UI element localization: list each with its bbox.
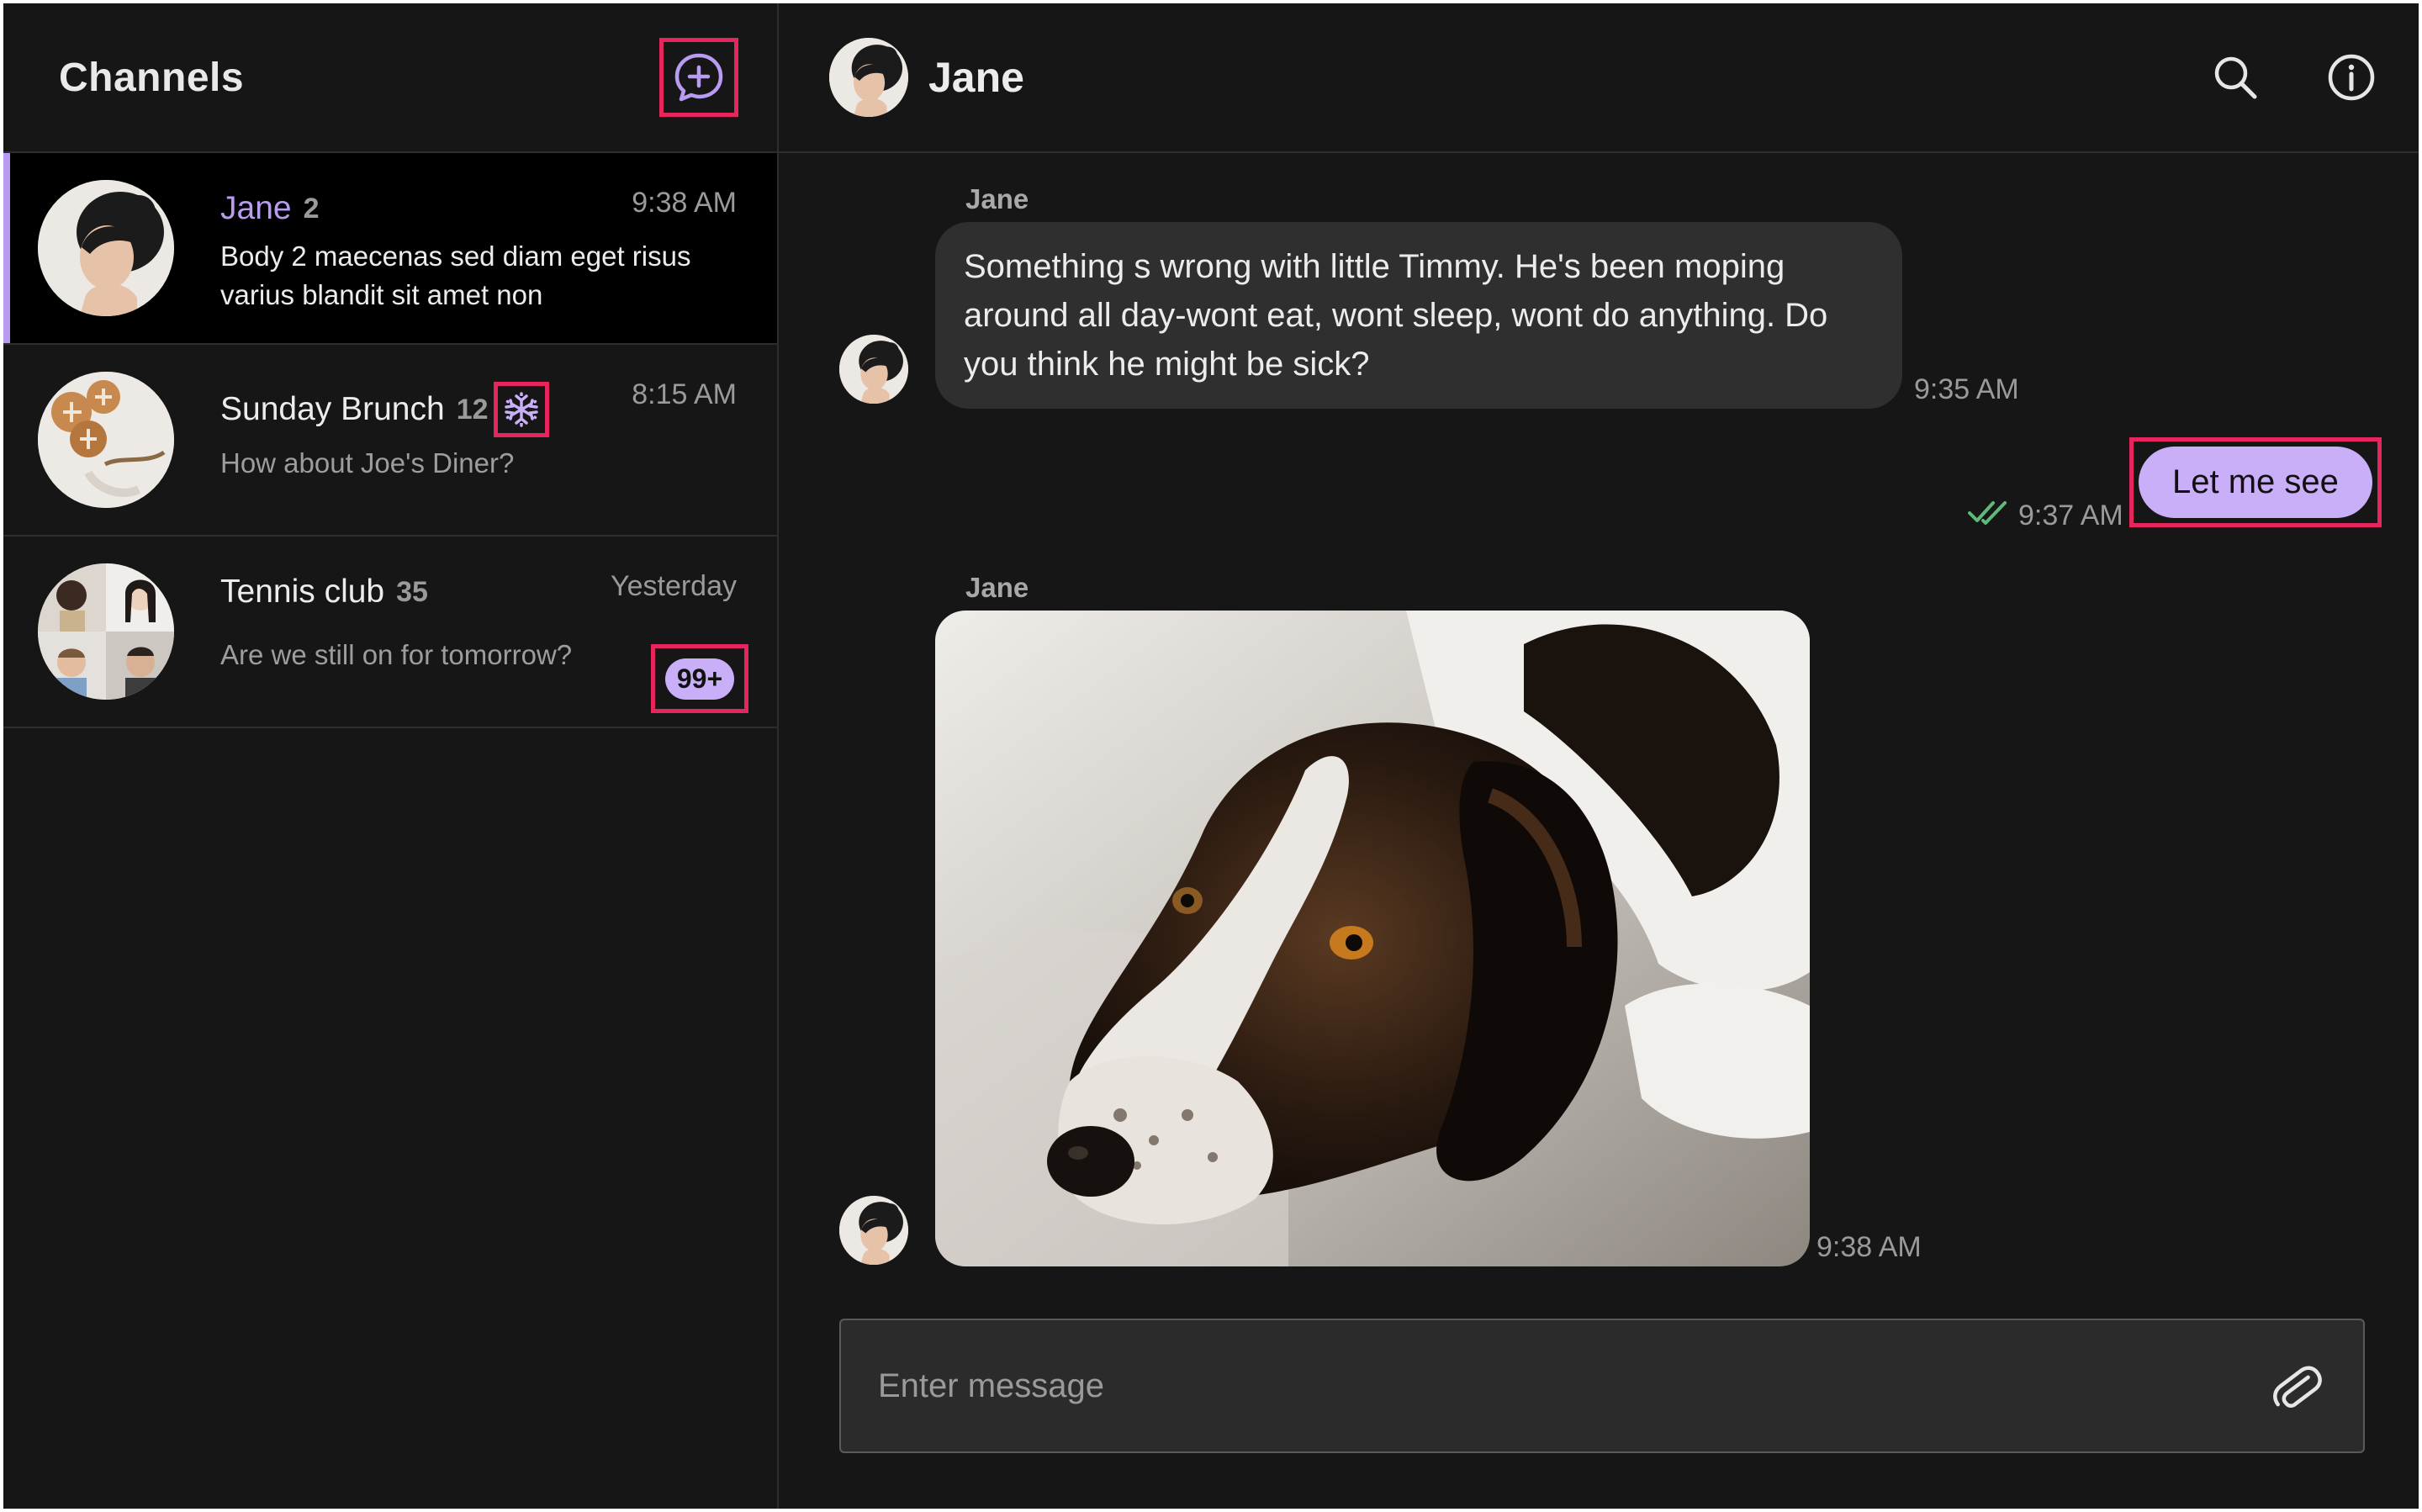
channel-time: Yesterday — [611, 570, 737, 602]
chat-plus-icon — [674, 53, 723, 102]
outgoing-message[interactable]: Let me see — [2129, 437, 2382, 527]
dog-photo[interactable] — [935, 611, 1810, 1266]
channel-preview: Are we still on for tomorrow? — [220, 639, 573, 670]
attach-button[interactable] — [2267, 1356, 2326, 1415]
member-count: 2 — [303, 192, 320, 225]
sidebar-title: Channels — [59, 55, 245, 100]
message-input[interactable] — [878, 1367, 2267, 1405]
sidebar-header: Channels — [3, 3, 777, 153]
channel-name: Tennis club — [220, 574, 385, 610]
app-window: Channels Jane 2 9:38 AM Body 2 maecenas … — [3, 3, 2419, 1509]
info-icon — [2328, 54, 2375, 101]
avatar — [38, 180, 174, 316]
channel-sidebar: Channels Jane 2 9:38 AM Body 2 maecenas … — [3, 3, 779, 1509]
snowflake-icon[interactable] — [493, 382, 549, 437]
avatar — [839, 1196, 908, 1265]
search-button[interactable] — [2210, 52, 2261, 103]
avatar — [839, 335, 908, 404]
double-check-icon — [1968, 501, 2007, 525]
channel-name: Jane — [220, 190, 292, 226]
channel-item-jane[interactable]: Jane 2 9:38 AM Body 2 maecenas sed diam … — [3, 153, 777, 345]
unread-badge: 99+ — [651, 644, 748, 713]
message-time: 9:38 AM — [1816, 1231, 1922, 1263]
info-button[interactable] — [2326, 52, 2377, 103]
message-bubble: Let me see — [2139, 447, 2372, 518]
unread-count: 99+ — [664, 658, 735, 700]
channel-name: Sunday Brunch — [220, 391, 445, 427]
message-composer — [839, 1319, 2365, 1453]
message-time: 9:35 AM — [1914, 373, 2019, 405]
member-count: 12 — [456, 393, 489, 426]
chat-header: Jane — [779, 3, 2419, 153]
channel-preview: How about Joe's Diner? — [220, 447, 515, 478]
search-icon — [2214, 56, 2257, 99]
member-count: 35 — [396, 575, 428, 608]
channel-preview: Body 2 maecenas sed diam eget risus vari… — [220, 241, 691, 310]
channel-item-sunday-brunch[interactable]: Sunday Brunch 12 8:15 AM How about Joe's… — [3, 345, 777, 537]
avatar — [38, 372, 174, 508]
chat-panel: Jane Jane Something s wrong with little … — [779, 3, 2419, 1509]
paperclip-icon — [2273, 1366, 2322, 1408]
message-time: 9:37 AM — [2018, 500, 2123, 531]
avatar[interactable] — [829, 38, 908, 117]
new-chat-button[interactable] — [659, 38, 738, 117]
chat-title: Jane — [928, 54, 1024, 101]
message-sender: Jane — [965, 183, 1029, 214]
message-bubble: Something s wrong with little Timmy. He'… — [935, 222, 1902, 409]
channel-item-tennis-club[interactable]: Tennis club 35 Yesterday Are we still on… — [3, 537, 777, 728]
channel-time: 9:38 AM — [632, 187, 737, 219]
avatar — [38, 563, 174, 700]
message-sender: Jane — [965, 572, 1029, 603]
channel-time: 8:15 AM — [632, 378, 737, 410]
